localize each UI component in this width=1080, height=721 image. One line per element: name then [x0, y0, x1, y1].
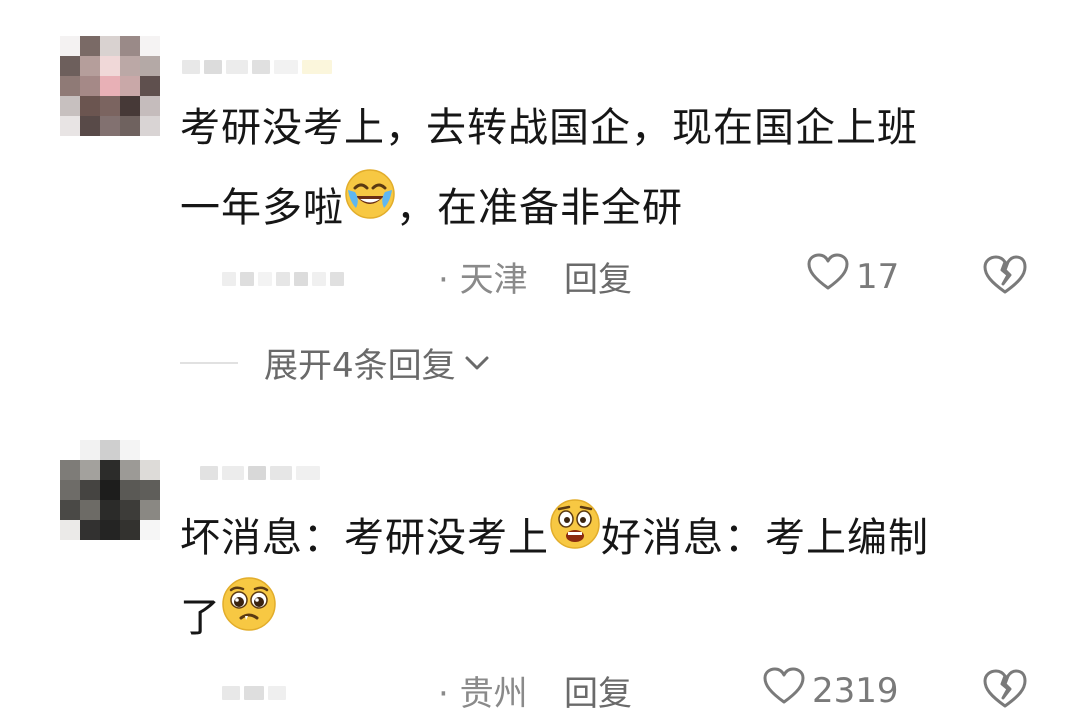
avatar[interactable]: [60, 440, 160, 540]
reply-button[interactable]: 回复: [564, 666, 632, 715]
scared-face-emoji-icon: [549, 497, 601, 577]
like-button[interactable]: 2319: [762, 666, 899, 715]
dislike-button[interactable]: [982, 668, 1028, 719]
like-button[interactable]: 17: [806, 252, 899, 301]
comment-fragment: 坏消息：考研没考上: [180, 515, 549, 561]
comment-line: 考研没考上，去转战国企，现在国企上班: [180, 105, 918, 151]
comment-text: 坏消息：考研没考上 好消息：考上编制 了: [180, 498, 1040, 659]
comment-meta: · 贵州 回复 2319: [180, 660, 1040, 720]
comment-fragment: 了: [180, 595, 221, 641]
crying-laughing-emoji-icon: [344, 167, 396, 247]
divider-line: [180, 361, 238, 364]
broken-heart-icon: [982, 255, 1028, 305]
avatar[interactable]: [60, 36, 160, 136]
comment-line: 了: [180, 576, 1040, 659]
time-text: [222, 272, 344, 286]
like-count: 2319: [812, 670, 899, 711]
heart-outline-icon: [806, 252, 850, 301]
like-count: 17: [856, 256, 900, 297]
location-text: · 天津: [438, 260, 528, 300]
username[interactable]: [200, 466, 320, 480]
broken-heart-icon: [982, 669, 1028, 719]
heart-outline-icon: [762, 666, 806, 715]
comment-fragment: 好消息：考上编制: [601, 515, 929, 561]
comment-meta: · 天津 回复 17: [180, 246, 1040, 306]
expand-replies-label: 展开4条回复: [264, 346, 456, 386]
location-text: · 贵州: [438, 674, 528, 714]
time-text: [222, 686, 286, 700]
dislike-button[interactable]: [982, 254, 1028, 305]
comment-fragment: ，在准备非全研: [396, 185, 683, 231]
comment-line: 坏消息：考研没考上 好消息：考上编制: [180, 498, 1040, 578]
pleading-face-emoji-icon: [221, 576, 277, 659]
comment-text: 考研没考上，去转战国企，现在国企上班 一年多啦 ，在准备非全研: [180, 88, 1040, 248]
comment-fragment: 一年多啦: [180, 185, 344, 231]
expand-replies-button[interactable]: 展开4条回复: [180, 338, 492, 387]
reply-button[interactable]: 回复: [564, 252, 632, 301]
comment-line: 一年多啦 ，在准备非全研: [180, 168, 1040, 248]
username[interactable]: [182, 60, 332, 74]
chevron-down-icon: [462, 352, 492, 374]
